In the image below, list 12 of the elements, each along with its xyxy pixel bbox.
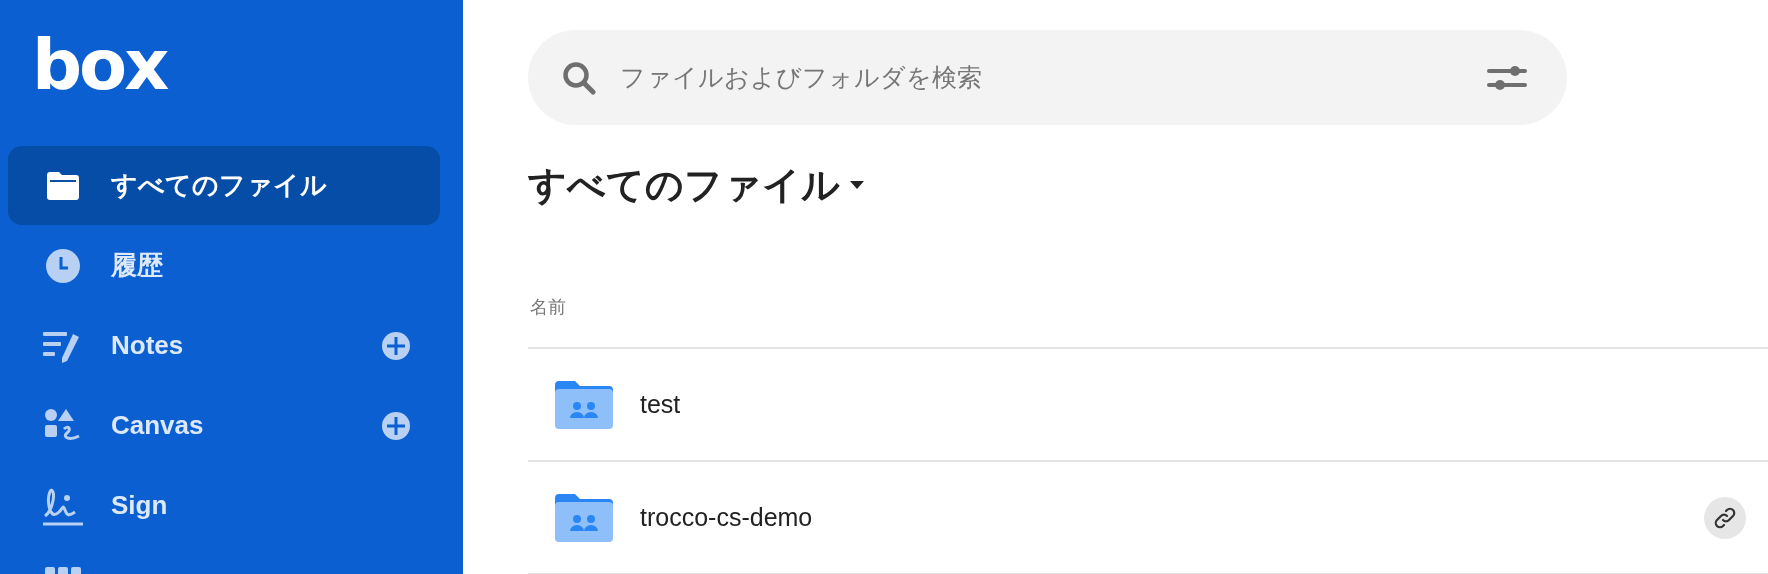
- column-header[interactable]: 名前: [530, 295, 566, 319]
- page-title: すべてのファイル: [528, 162, 840, 208]
- nav-item[interactable]: Sign: [8, 466, 440, 545]
- file-name[interactable]: trocco-cs-demo: [640, 503, 1704, 532]
- nav-item[interactable]: すべてのファイル: [8, 146, 440, 225]
- file-name[interactable]: test: [640, 390, 1746, 419]
- nav-item[interactable]: 履歴: [8, 226, 440, 305]
- box-logo[interactable]: box: [32, 22, 167, 118]
- search-bar[interactable]: ファイルおよびフォルダを検索: [528, 30, 1567, 125]
- nav-item[interactable]: Canvas: [8, 386, 440, 465]
- nav-item[interactable]: Notes: [8, 306, 440, 385]
- search-field[interactable]: ファイルおよびフォルダを検索: [618, 62, 1487, 93]
